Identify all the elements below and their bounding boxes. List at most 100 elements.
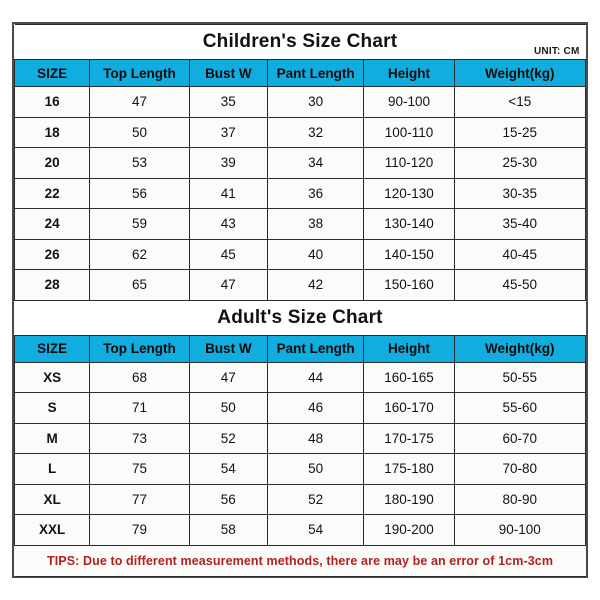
cell-weight: 50-55 bbox=[453, 361, 587, 393]
cell-pant-length: 42 bbox=[266, 269, 365, 301]
table-row: 24 59 43 38 130-140 35-40 bbox=[13, 208, 587, 240]
column-header-pant-length: Pant Length bbox=[266, 59, 365, 87]
cell-bust-w: 35 bbox=[188, 86, 268, 118]
cell-bust-w: 58 bbox=[188, 514, 268, 546]
table-row: L 75 54 50 175-180 70-80 bbox=[13, 453, 587, 485]
adult-title-row: Adult's Size Chart bbox=[14, 299, 586, 336]
cell-weight: 55-60 bbox=[453, 392, 587, 424]
adult-section: Adult's Size Chart SIZE Top Length Bust … bbox=[13, 299, 587, 577]
table-row: 20 53 39 34 110-120 25-30 bbox=[13, 147, 587, 179]
table-row: XS 68 47 44 160-165 50-55 bbox=[13, 361, 587, 393]
table-row: M 73 52 48 170-175 60-70 bbox=[13, 422, 587, 454]
cell-height: 160-170 bbox=[363, 392, 455, 424]
cell-pant-length: 40 bbox=[266, 238, 365, 270]
cell-pant-length: 34 bbox=[266, 147, 365, 179]
cell-height: 150-160 bbox=[363, 269, 455, 301]
cell-pant-length: 46 bbox=[266, 392, 365, 424]
adult-header-row: SIZE Top Length Bust W Pant Length Heigh… bbox=[13, 334, 587, 363]
cell-pant-length: 30 bbox=[266, 86, 365, 118]
cell-size: 18 bbox=[13, 116, 91, 148]
cell-pant-length: 44 bbox=[266, 361, 365, 393]
column-header-height: Height bbox=[363, 59, 455, 87]
children-section: Children's Size Chart UNIT: CM SIZE Top … bbox=[13, 24, 587, 301]
table-row: 22 56 41 36 120-130 30-35 bbox=[13, 177, 587, 209]
column-header-size: SIZE bbox=[13, 59, 91, 87]
column-header-top-length: Top Length bbox=[89, 334, 190, 363]
cell-height: 140-150 bbox=[363, 238, 455, 270]
cell-top-length: 65 bbox=[89, 269, 190, 301]
column-header-height: Height bbox=[363, 334, 455, 363]
cell-weight: 25-30 bbox=[453, 147, 587, 179]
cell-bust-w: 56 bbox=[188, 483, 268, 515]
cell-height: 100-110 bbox=[363, 116, 455, 148]
cell-top-length: 73 bbox=[89, 422, 190, 454]
column-header-bust-w: Bust W bbox=[188, 59, 268, 87]
cell-pant-length: 52 bbox=[266, 483, 365, 515]
cell-top-length: 56 bbox=[89, 177, 190, 209]
cell-weight: 80-90 bbox=[453, 483, 587, 515]
size-chart-page: Children's Size Chart UNIT: CM SIZE Top … bbox=[0, 0, 600, 600]
children-title-cell: Children's Size Chart UNIT: CM bbox=[14, 24, 586, 60]
cell-bust-w: 47 bbox=[188, 269, 268, 301]
column-header-size: SIZE bbox=[13, 334, 91, 363]
column-header-weight: Weight(kg) bbox=[453, 334, 587, 363]
cell-bust-w: 41 bbox=[188, 177, 268, 209]
cell-pant-length: 38 bbox=[266, 208, 365, 240]
cell-bust-w: 43 bbox=[188, 208, 268, 240]
cell-pant-length: 54 bbox=[266, 514, 365, 546]
children-chart-title: Children's Size Chart bbox=[202, 31, 398, 52]
adult-title-wrap: Adult's Size Chart bbox=[15, 301, 586, 335]
cell-size: XS bbox=[13, 361, 91, 393]
cell-weight: 15-25 bbox=[453, 116, 587, 148]
unit-label: UNIT: CM bbox=[534, 46, 580, 57]
cell-size: 28 bbox=[13, 269, 91, 301]
cell-bust-w: 37 bbox=[188, 116, 268, 148]
cell-top-length: 75 bbox=[89, 453, 190, 485]
table-row: 18 50 37 32 100-110 15-25 bbox=[13, 116, 587, 148]
tips-text: TIPS: Due to different measurement metho… bbox=[46, 553, 554, 568]
adult-chart-title: Adult's Size Chart bbox=[217, 306, 383, 328]
cell-bust-w: 47 bbox=[188, 361, 268, 393]
cell-size: XXL bbox=[13, 514, 91, 546]
cell-top-length: 71 bbox=[89, 392, 190, 424]
cell-weight: 90-100 bbox=[453, 514, 587, 546]
children-title-wrap: Children's Size Chart UNIT: CM bbox=[15, 25, 586, 59]
cell-bust-w: 45 bbox=[188, 238, 268, 270]
cell-top-length: 77 bbox=[89, 483, 190, 515]
tips-cell: TIPS: Due to different measurement metho… bbox=[14, 544, 586, 577]
column-header-weight: Weight(kg) bbox=[453, 59, 587, 87]
cell-height: 160-165 bbox=[363, 361, 455, 393]
cell-pant-length: 48 bbox=[266, 422, 365, 454]
cell-top-length: 53 bbox=[89, 147, 190, 179]
cell-pant-length: 32 bbox=[266, 116, 365, 148]
cell-top-length: 68 bbox=[89, 361, 190, 393]
cell-height: 180-190 bbox=[363, 483, 455, 515]
column-header-bust-w: Bust W bbox=[188, 334, 268, 363]
cell-height: 190-200 bbox=[363, 514, 455, 546]
cell-size: 16 bbox=[13, 86, 91, 118]
cell-size: XL bbox=[13, 483, 91, 515]
cell-height: 90-100 bbox=[363, 86, 455, 118]
cell-size: 20 bbox=[13, 147, 91, 179]
cell-bust-w: 52 bbox=[188, 422, 268, 454]
cell-size: S bbox=[13, 392, 91, 424]
cell-size: 22 bbox=[13, 177, 91, 209]
size-chart-table: Children's Size Chart UNIT: CM SIZE Top … bbox=[13, 24, 587, 577]
cell-size: M bbox=[13, 422, 91, 454]
cell-weight: 35-40 bbox=[453, 208, 587, 240]
adult-title-cell: Adult's Size Chart bbox=[14, 299, 586, 336]
cell-top-length: 50 bbox=[89, 116, 190, 148]
cell-height: 175-180 bbox=[363, 453, 455, 485]
cell-top-length: 59 bbox=[89, 208, 190, 240]
table-row: XL 77 56 52 180-190 80-90 bbox=[13, 483, 587, 515]
cell-weight: 70-80 bbox=[453, 453, 587, 485]
cell-pant-length: 50 bbox=[266, 453, 365, 485]
table-row: S 71 50 46 160-170 55-60 bbox=[13, 392, 587, 424]
table-row: 28 65 47 42 150-160 45-50 bbox=[13, 269, 587, 301]
cell-top-length: 62 bbox=[89, 238, 190, 270]
cell-size: 24 bbox=[13, 208, 91, 240]
size-chart-frame: Children's Size Chart UNIT: CM SIZE Top … bbox=[12, 22, 588, 578]
cell-weight: 40-45 bbox=[453, 238, 587, 270]
cell-height: 120-130 bbox=[363, 177, 455, 209]
tips-row: TIPS: Due to different measurement metho… bbox=[14, 544, 586, 577]
